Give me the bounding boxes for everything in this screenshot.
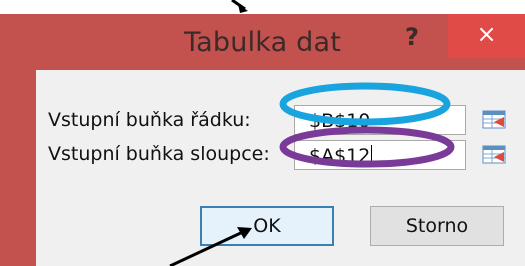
range-select-icon — [482, 110, 506, 129]
row-input-collapse-button[interactable] — [478, 105, 510, 135]
help-button[interactable]: ? — [392, 20, 432, 54]
top-arrow-head — [238, 4, 248, 13]
close-button[interactable]: × — [448, 14, 525, 58]
column-input-collapse-button[interactable] — [478, 140, 510, 170]
top-arrow-line — [231, 0, 246, 11]
row-input-label: Vstupní buňka řádku: — [48, 109, 251, 131]
ok-button[interactable]: OK — [200, 206, 334, 246]
row-input-value: $B$10 — [309, 110, 371, 132]
title-bar: Tabulka dat ? × — [0, 14, 525, 72]
close-icon: × — [476, 20, 497, 48]
dialog-body: Vstupní buňka řádku: $B$10 Vstupní buňka… — [36, 70, 525, 266]
column-input-label: Vstupní buňka sloupce: — [48, 143, 270, 165]
screenshot: Tabulka dat ? × Vstupní buňka řádku: $B$… — [0, 0, 525, 266]
range-select-icon — [482, 145, 506, 164]
row-input-field[interactable]: $B$10 — [294, 105, 466, 135]
cancel-button[interactable]: Storno — [370, 206, 504, 246]
dialog-title: Tabulka dat — [183, 27, 342, 58]
column-input-field[interactable]: $A$12 — [294, 140, 466, 170]
column-input-value: $A$12 — [309, 145, 373, 167]
text-caret — [371, 145, 373, 165]
data-table-dialog: Tabulka dat ? × Vstupní buňka řádku: $B$… — [0, 14, 525, 266]
